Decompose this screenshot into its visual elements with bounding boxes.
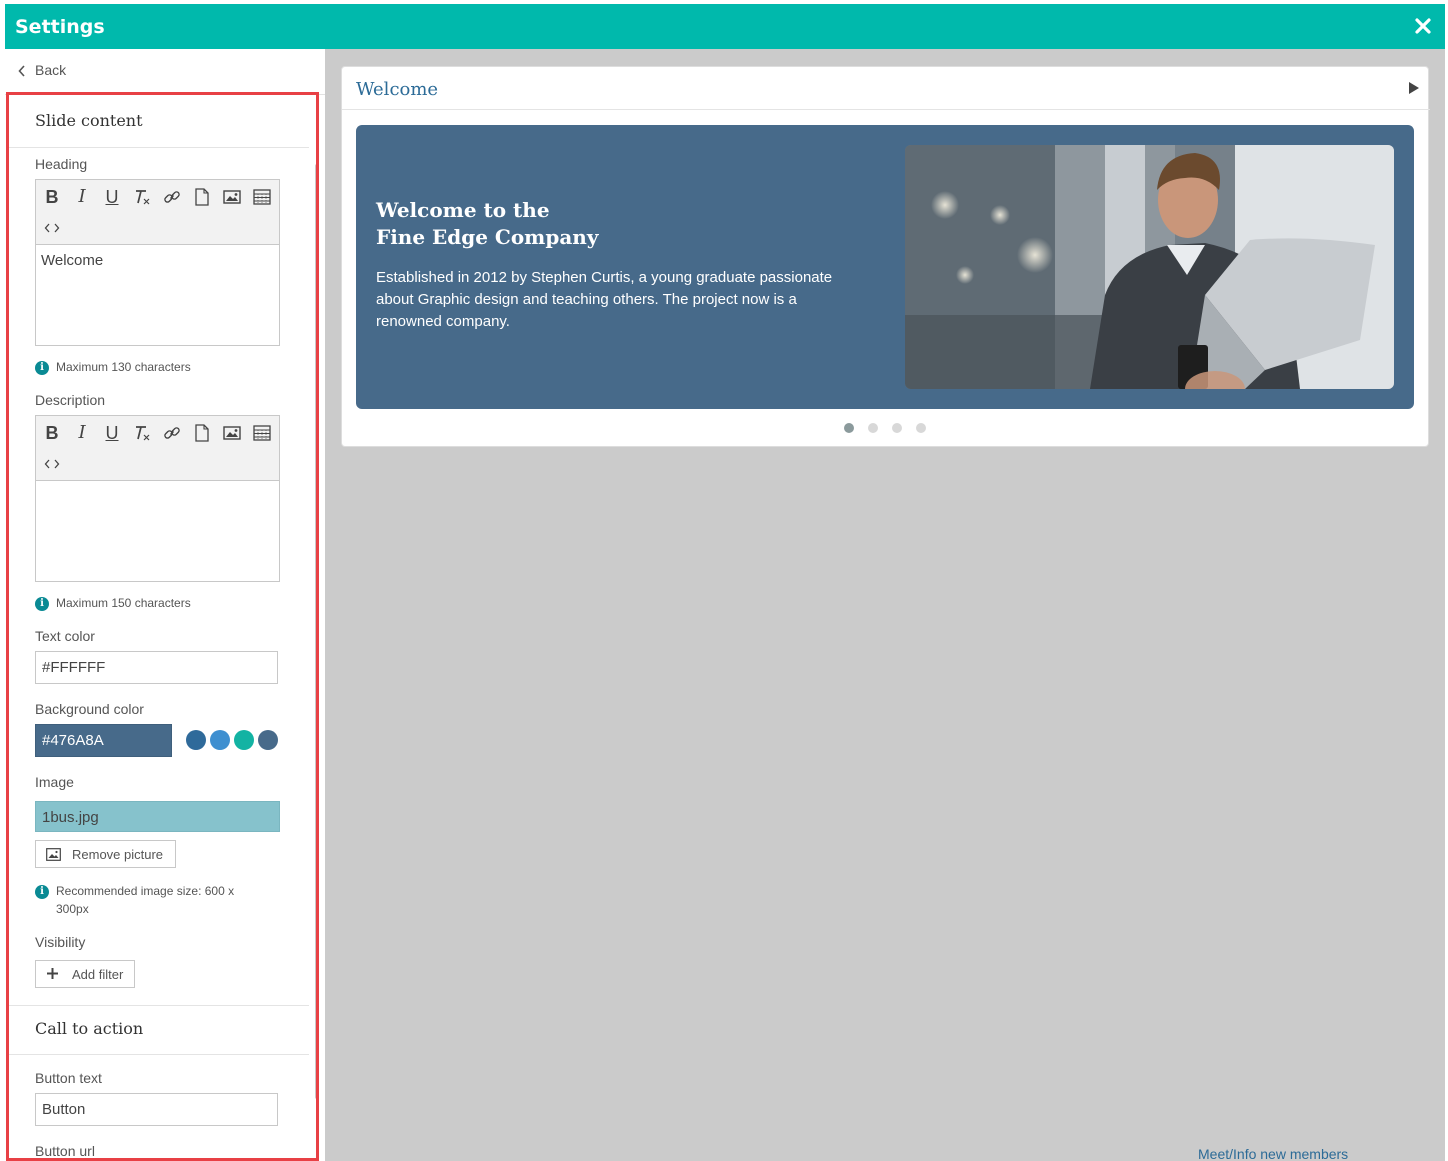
text-color-value: #FFFFFF — [42, 659, 106, 676]
heading-editor: B I U Welcome — [35, 179, 280, 346]
text-color-label: Text color — [35, 628, 95, 644]
link-icon[interactable] — [160, 185, 184, 209]
window-title: Settings — [15, 16, 105, 38]
description-editor: B I U — [35, 415, 280, 582]
preview-card: Welcome Welcome to the Fine Edge Company… — [341, 66, 1430, 447]
slide-heading-line-1: Welcome to the — [376, 198, 550, 222]
link-icon[interactable] — [160, 421, 184, 445]
button-text-input[interactable]: Button — [35, 1093, 278, 1126]
text-color-input[interactable]: #FFFFFF — [35, 651, 278, 684]
underline-icon[interactable]: U — [100, 185, 124, 209]
background-color-input[interactable]: #476A8A — [35, 724, 172, 757]
info-icon — [35, 597, 49, 611]
document-icon[interactable] — [190, 185, 214, 209]
preview-title: Welcome — [356, 79, 439, 100]
image-icon[interactable] — [220, 185, 244, 209]
heading-value: Welcome — [41, 252, 104, 269]
heading-label: Heading — [35, 156, 88, 172]
source-code-icon[interactable] — [40, 216, 64, 240]
button-text-label: Button text — [35, 1070, 102, 1086]
background-color-label: Background color — [35, 701, 144, 717]
plus-icon — [46, 967, 59, 985]
panel-scrollbar[interactable] — [315, 164, 319, 1099]
heading-hint-text: Maximum 130 characters — [56, 360, 191, 374]
remove-picture-label: Remove picture — [72, 847, 164, 862]
settings-window: Settings Back Slide content Heading B I … — [5, 4, 1445, 1161]
play-icon[interactable] — [1409, 82, 1419, 94]
source-code-icon[interactable] — [40, 452, 64, 476]
button-text-value: Button — [42, 1101, 86, 1118]
background-partial-text: Meet/Info new members — [1198, 1146, 1349, 1161]
color-swatch-dark-blue[interactable] — [186, 730, 206, 750]
document-icon[interactable] — [190, 421, 214, 445]
heading-editor-toolbar: B I U — [36, 180, 279, 245]
remove-picture-button[interactable]: Remove picture — [35, 840, 176, 868]
image-file-field[interactable]: 1bus.jpg — [35, 801, 280, 832]
color-swatch-teal[interactable] — [234, 730, 254, 750]
back-label: Back — [35, 62, 67, 78]
add-filter-button[interactable]: Add filter — [35, 960, 135, 988]
underline-icon[interactable]: U — [100, 421, 124, 445]
heading-textarea[interactable]: Welcome — [36, 245, 279, 345]
pagination-dot-1[interactable] — [844, 423, 854, 433]
image-label: Image — [35, 774, 74, 790]
clear-format-icon[interactable] — [130, 185, 154, 209]
info-icon — [35, 885, 49, 899]
chevron-left-icon — [17, 63, 27, 79]
image-file-name: 1bus.jpg — [42, 809, 99, 826]
close-icon[interactable] — [1411, 14, 1435, 38]
visibility-label: Visibility — [35, 934, 86, 950]
settings-panel: Back Slide content Heading B I U Welcome… — [5, 49, 325, 1161]
table-icon[interactable] — [250, 421, 274, 445]
section-call-to-action[interactable]: Call to action — [9, 1005, 309, 1055]
slide-heading-line-2: Fine Edge Company — [376, 225, 599, 249]
image-hint: Recommended image size: 600 x 300px — [35, 884, 260, 918]
slide-preview[interactable]: Welcome to the Fine Edge Company Establi… — [356, 125, 1414, 409]
table-icon[interactable] — [250, 185, 274, 209]
slide-description: Established in 2012 by Stephen Curtis, a… — [376, 269, 833, 330]
slide-image — [905, 145, 1394, 389]
image-icon[interactable] — [220, 421, 244, 445]
italic-icon[interactable]: I — [70, 421, 94, 445]
image-hint-text: Recommended image size: 600 x 300px — [56, 884, 235, 916]
color-swatch-slate[interactable] — [258, 730, 278, 750]
clear-format-icon[interactable] — [130, 421, 154, 445]
description-hint-text: Maximum 150 characters — [56, 596, 191, 610]
picture-icon — [46, 848, 61, 866]
pagination-dot-4[interactable] — [916, 423, 926, 433]
button-url-label: Button url — [35, 1143, 95, 1159]
back-button[interactable]: Back — [5, 49, 325, 95]
description-editor-toolbar: B I U — [36, 416, 279, 481]
description-hint: Maximum 150 characters — [35, 596, 191, 612]
description-label: Description — [35, 392, 106, 408]
add-filter-label: Add filter — [72, 967, 124, 982]
section-slide-content[interactable]: Slide content — [9, 98, 309, 148]
bold-icon[interactable]: B — [40, 421, 64, 445]
preview-header: Welcome — [342, 67, 1430, 110]
settings-scroll-area: Slide content Heading B I U Welcome i Ma… — [9, 98, 321, 1161]
pagination-dot-3[interactable] — [892, 423, 902, 433]
slide-heading: Welcome to the Fine Edge Company — [376, 197, 856, 251]
bold-icon[interactable]: B — [40, 185, 64, 209]
section-title: Call to action — [35, 1019, 144, 1038]
section-title: Slide content — [35, 111, 143, 130]
pagination-dot-2[interactable] — [868, 423, 878, 433]
background-color-value: #476A8A — [42, 732, 104, 749]
italic-icon[interactable]: I — [70, 185, 94, 209]
title-bar: Settings — [5, 4, 1445, 49]
color-swatch-blue[interactable] — [210, 730, 230, 750]
heading-hint: Maximum 130 characters — [35, 360, 191, 376]
info-icon — [35, 361, 49, 375]
description-textarea[interactable] — [36, 481, 279, 581]
